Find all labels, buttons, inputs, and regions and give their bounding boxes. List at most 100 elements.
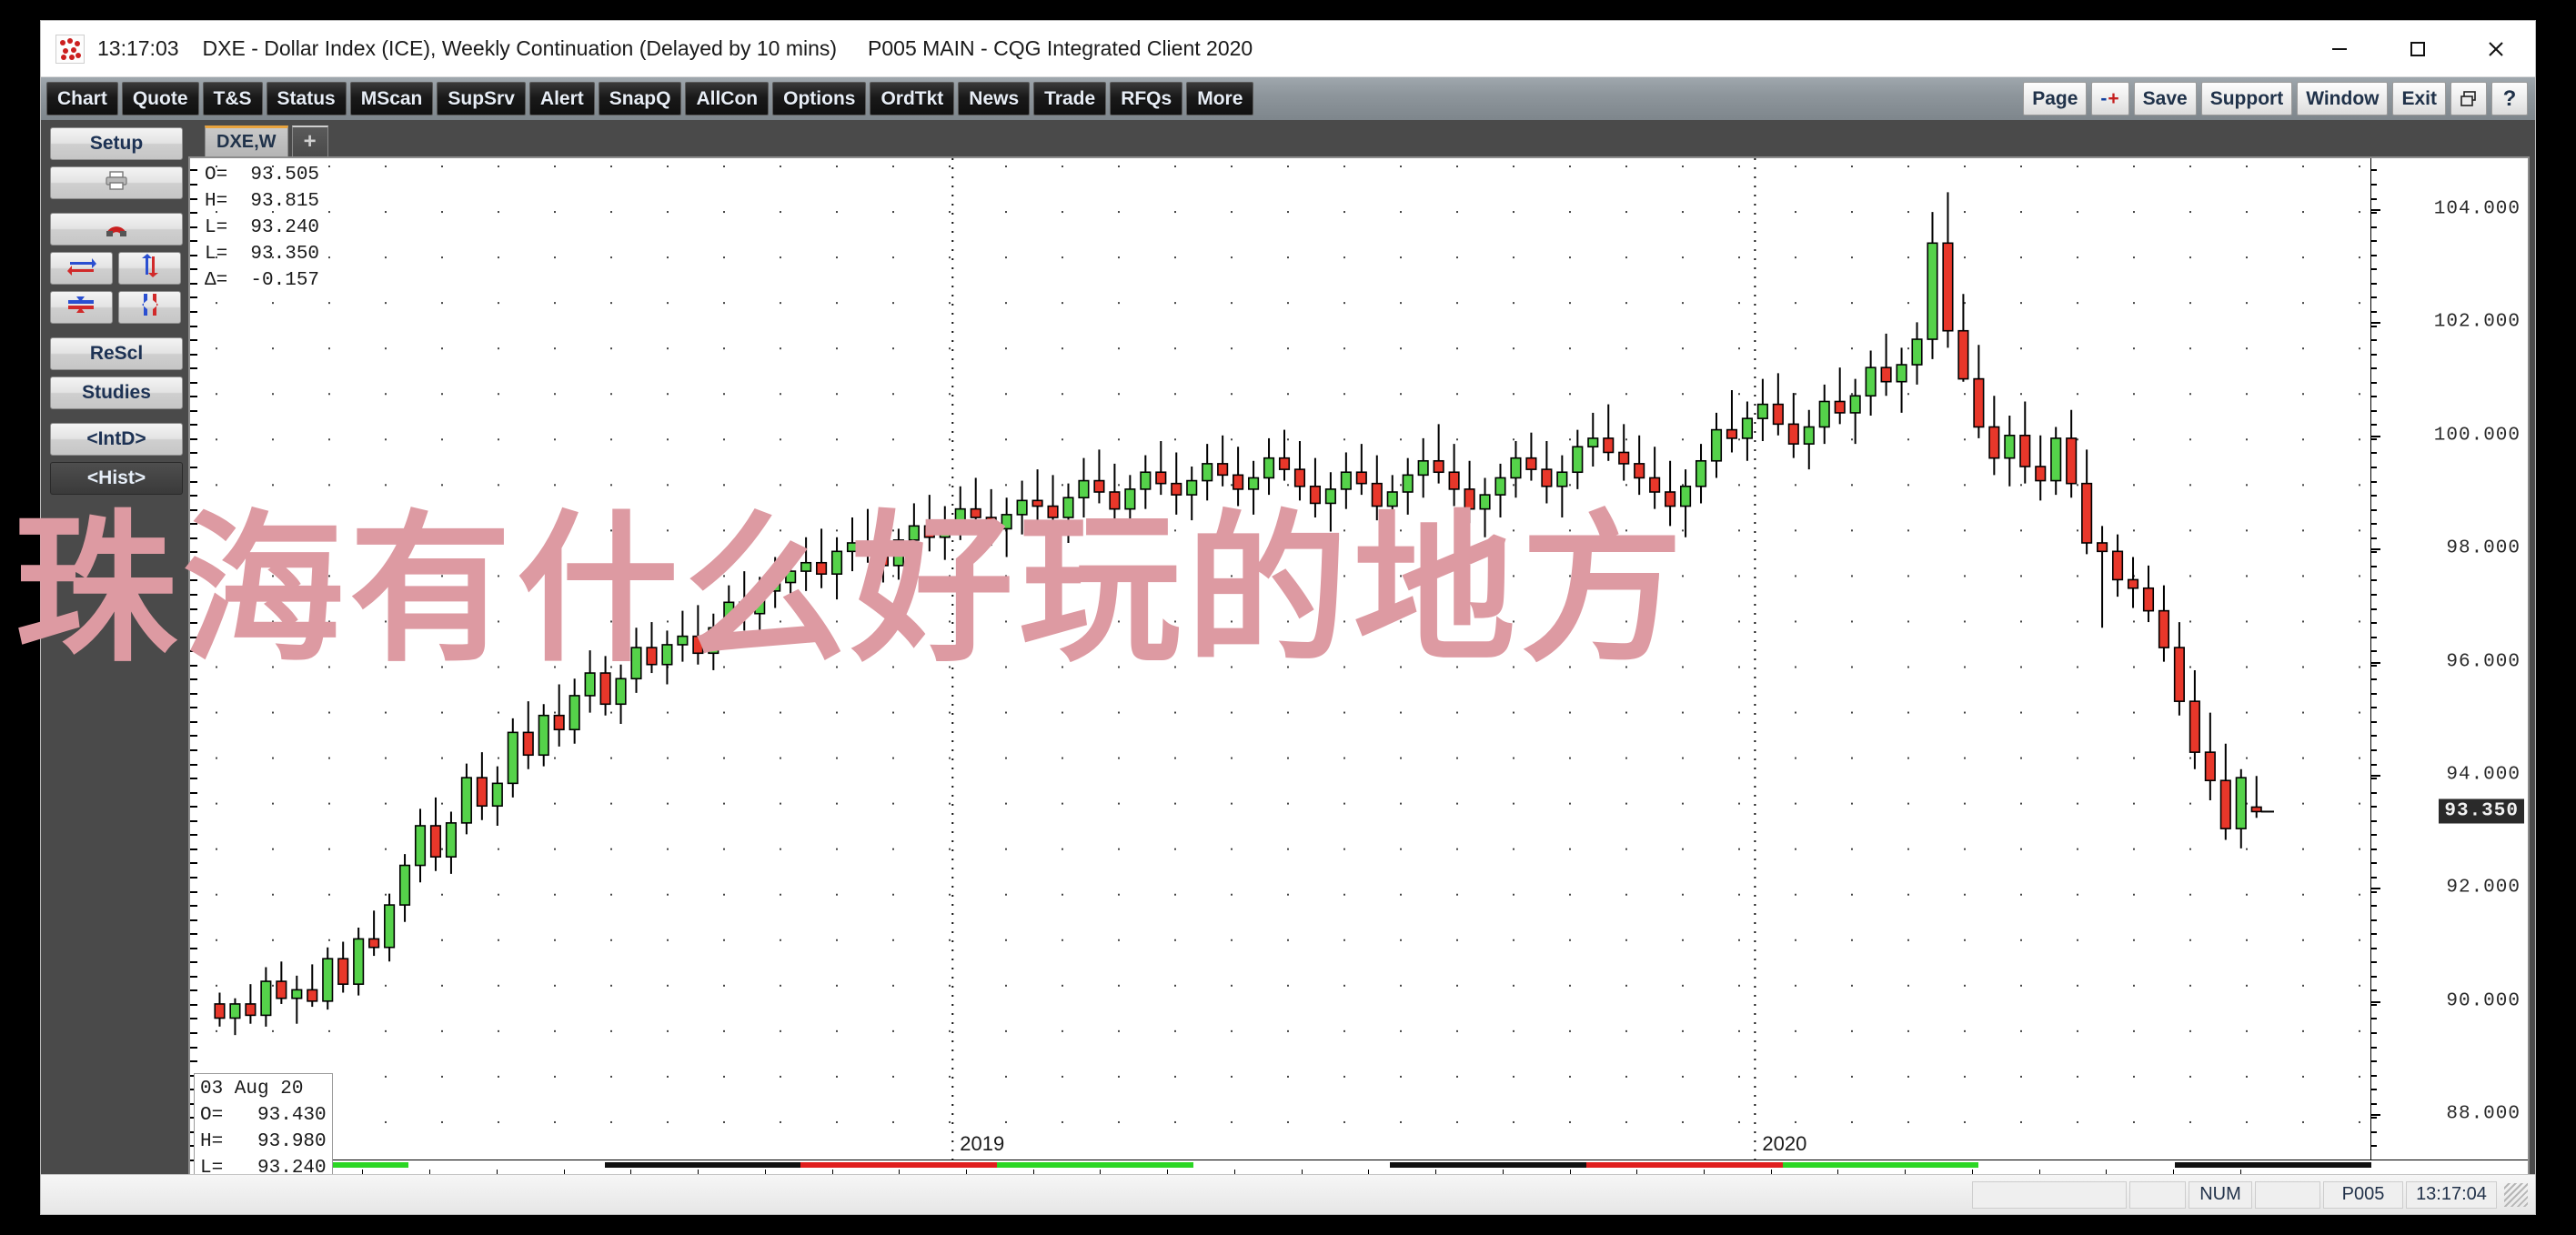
price-axis-minor-tick bbox=[2371, 636, 2377, 638]
page-title: DXE - Dollar Index (ICE), Weekly Continu… bbox=[202, 36, 838, 60]
price-axis-minor-tick bbox=[2371, 919, 2377, 921]
left-axis-tick bbox=[190, 607, 197, 610]
restore-icon-button[interactable] bbox=[2450, 82, 2487, 115]
price-axis-minor-tick bbox=[2371, 692, 2377, 695]
price-axis-minor-tick bbox=[2371, 240, 2377, 243]
tab-dxe-w[interactable]: DXE,W bbox=[205, 126, 288, 156]
titlebar-clock: 13:17:03 bbox=[97, 36, 179, 60]
left-axis-tick bbox=[190, 396, 197, 398]
sidebar-arrow-pair-2 bbox=[50, 291, 181, 324]
left-axis-tick bbox=[190, 523, 197, 526]
date-axis-season-bar bbox=[800, 1162, 998, 1168]
price-axis-tick bbox=[2371, 208, 2380, 211]
toolbar-button-window[interactable]: Window bbox=[2297, 82, 2389, 115]
price-axis-minor-tick bbox=[2371, 707, 2377, 709]
left-axis-tick bbox=[190, 593, 197, 596]
toolbar-button-chart[interactable]: Chart bbox=[46, 82, 118, 115]
left-axis-tick bbox=[190, 692, 197, 695]
left-axis-tick bbox=[190, 678, 197, 681]
toolbar-button-more[interactable]: More bbox=[1186, 82, 1254, 115]
price-axis-minor-tick bbox=[2371, 396, 2377, 398]
sidebar-item-setup[interactable]: Setup bbox=[50, 127, 183, 160]
left-axis-tick bbox=[190, 1018, 197, 1020]
left-axis-tick bbox=[190, 579, 197, 582]
toolbar-button-alert[interactable]: Alert bbox=[528, 82, 595, 115]
toolbar-button-news[interactable]: News bbox=[958, 82, 1031, 115]
left-axis-tick bbox=[190, 1060, 197, 1063]
sidebar-item-studies[interactable]: Studies bbox=[50, 377, 183, 409]
year-label-2020: 2020 bbox=[1758, 1132, 1811, 1156]
toolbar-button-exit[interactable]: Exit bbox=[2392, 82, 2446, 115]
price-axis-minor-tick bbox=[2371, 890, 2377, 893]
left-axis-tick bbox=[190, 381, 197, 384]
left-axis-tick bbox=[190, 1046, 197, 1049]
toolbar-button-allcon[interactable]: AllCon bbox=[685, 82, 770, 115]
sidebar-item-vertical-arrows[interactable] bbox=[118, 252, 181, 285]
price-axis-minor-tick bbox=[2371, 862, 2377, 865]
sidebar-item-print[interactable] bbox=[50, 166, 183, 199]
price-axis-label: 88.000 bbox=[2446, 1103, 2521, 1125]
price-axis-minor-tick bbox=[2371, 310, 2377, 313]
left-axis-tick bbox=[190, 551, 197, 554]
price-axis-minor-tick bbox=[2371, 650, 2377, 653]
left-axis-tick bbox=[190, 240, 197, 243]
chart-canvas-container[interactable]: 2019 2020 104.000 102.000 100.000 98.000 96.… bbox=[188, 156, 2530, 1214]
left-axis-tick bbox=[190, 424, 197, 427]
sidebar-item-history[interactable]: <Hist> bbox=[50, 462, 183, 495]
price-axis-tick bbox=[2371, 435, 2380, 437]
minimize-button[interactable] bbox=[2300, 22, 2379, 76]
sidebar-item-rescale[interactable]: ReScl bbox=[50, 337, 183, 370]
status-num-indicator: NUM bbox=[2189, 1180, 2252, 1209]
toolbar-button-t-s[interactable]: T&S bbox=[202, 82, 263, 115]
price-axis-minor-tick bbox=[2371, 325, 2377, 327]
close-button[interactable] bbox=[2457, 22, 2535, 76]
help-icon-button[interactable]: ? bbox=[2491, 82, 2528, 115]
ohlc-top-line-3: L= 93.350 bbox=[205, 244, 320, 265]
price-axis-minor-tick bbox=[2371, 735, 2377, 738]
magnet-icon bbox=[105, 216, 128, 243]
toolbar-button-snapq[interactable]: SnapQ bbox=[598, 82, 682, 115]
price-axis[interactable]: 104.000 102.000 100.000 98.000 96.000 94.000 9… bbox=[2370, 158, 2528, 1161]
toolbar-button-status[interactable]: Status bbox=[266, 82, 347, 115]
sidebar-item-intraday[interactable]: <IntD> bbox=[50, 423, 183, 456]
left-axis-tick bbox=[190, 1003, 197, 1006]
toolbar-button-supsrv[interactable]: SupSrv bbox=[437, 82, 526, 115]
status-field-4 bbox=[2255, 1180, 2320, 1209]
ohlc-bottom-line-1: O= 93.430 bbox=[200, 1105, 327, 1126]
left-axis-tick bbox=[190, 452, 197, 455]
price-axis-minor-tick bbox=[2371, 961, 2377, 964]
add-tab-button[interactable]: + bbox=[291, 126, 328, 156]
toolbar-button-options[interactable]: Options bbox=[772, 82, 867, 115]
resize-grip[interactable] bbox=[2504, 1182, 2528, 1207]
date-axis-season-bar bbox=[2175, 1162, 2371, 1168]
left-axis-tick bbox=[190, 495, 197, 497]
toolbar-button-ordtkt[interactable]: OrdTkt bbox=[870, 82, 955, 115]
chart-panel: DXE,W + 2019 2020 104.000 102.000 100.000 9… bbox=[188, 120, 2535, 1214]
sidebar-item-expand-vertical[interactable] bbox=[118, 291, 181, 324]
toolbar-button-quote[interactable]: Quote bbox=[121, 82, 199, 115]
left-axis-tick bbox=[190, 282, 197, 285]
candlestick-plot[interactable]: 2019 2020 bbox=[203, 158, 2371, 1160]
price-axis-minor-tick bbox=[2371, 763, 2377, 766]
toolbar-button-save[interactable]: Save bbox=[2133, 82, 2197, 115]
toolbar-button-mscan[interactable]: MScan bbox=[349, 82, 434, 115]
left-axis-tick bbox=[190, 467, 197, 468]
chart-gridlines bbox=[216, 158, 2360, 1160]
price-axis-tick bbox=[2371, 322, 2380, 325]
toolbar-button-zoom-minus-plus[interactable]: - + bbox=[2091, 82, 2129, 115]
sidebar-item-compress-horizontal[interactable] bbox=[50, 291, 113, 324]
application-window: 13:17:03 DXE - Dollar Index (ICE), Weekl… bbox=[40, 20, 2536, 1215]
toolbar-button-support[interactable]: Support bbox=[2200, 82, 2293, 115]
price-axis-minor-tick bbox=[2371, 819, 2377, 822]
window-body: Setup ReScl Studies <IntD> <Hist> DXE,W … bbox=[41, 120, 2535, 1214]
maximize-button[interactable] bbox=[2379, 22, 2457, 76]
sidebar-item-horizontal-arrows[interactable] bbox=[50, 252, 113, 285]
left-axis-tick bbox=[190, 565, 197, 567]
ohlc-bottom-line-0: 03 Aug 20 bbox=[200, 1079, 304, 1099]
toolbar-button-trade[interactable]: Trade bbox=[1033, 82, 1107, 115]
toolbar-button-page[interactable]: Page bbox=[2023, 82, 2088, 115]
sidebar-item-magnet[interactable] bbox=[50, 213, 183, 246]
toolbar-button-rfqs[interactable]: RFQs bbox=[1110, 82, 1183, 115]
left-axis-tick bbox=[190, 763, 197, 766]
left-axis-tick bbox=[190, 296, 197, 299]
